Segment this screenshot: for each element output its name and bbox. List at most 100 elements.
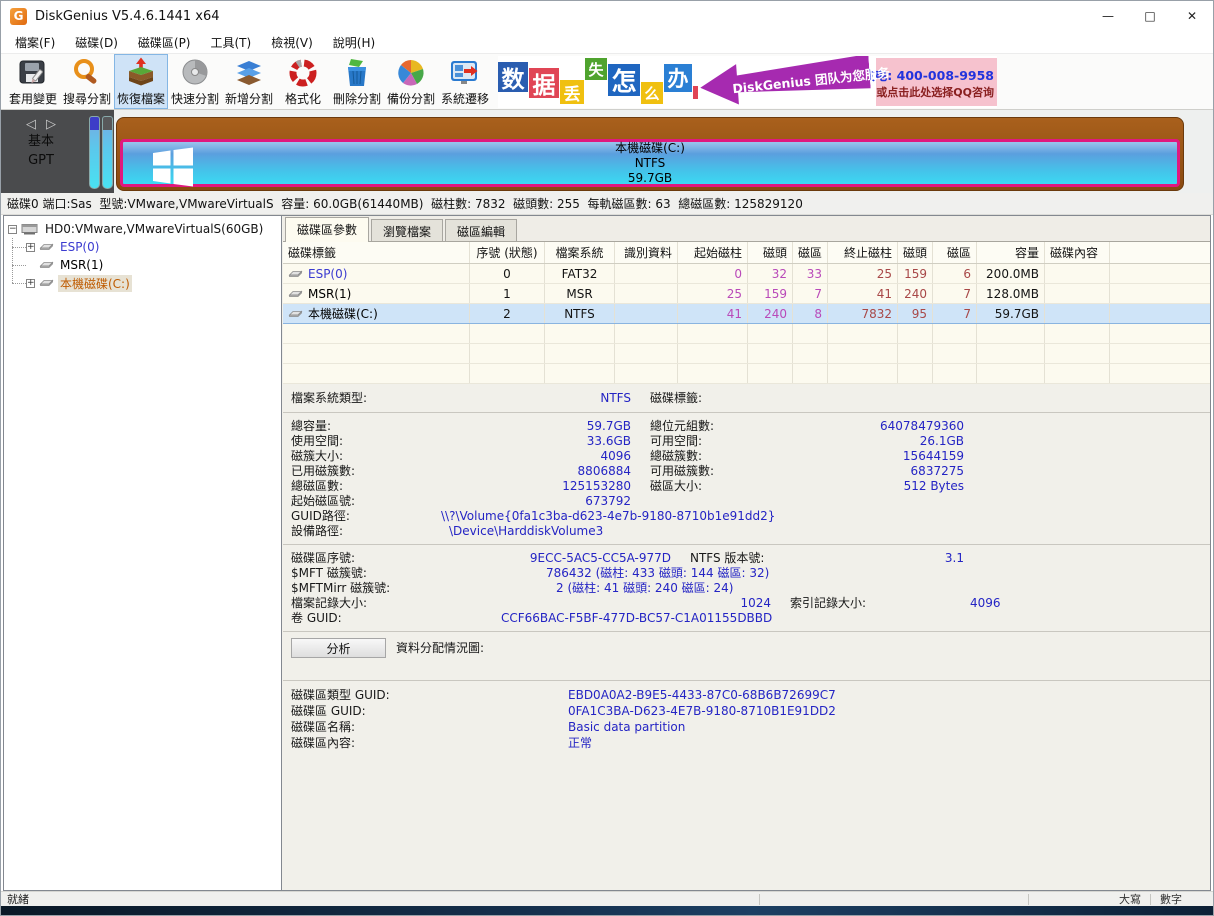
menu-tools[interactable]: 工具(T): [201, 31, 262, 54]
detail-row: $MFT 磁簇號:786432 (磁柱: 433 磁頭: 144 磁區: 32): [291, 566, 1210, 581]
next-disk-icon[interactable]: ▷: [46, 117, 66, 132]
menu-view[interactable]: 檢視(V): [261, 31, 323, 54]
tree-item-disk[interactable]: − HD0:VMware,VMwareVirtualS(60GB): [4, 220, 281, 238]
new-partition-icon: [233, 57, 265, 89]
partition-row[interactable]: ESP(0)0FAT3203233251596200.0MB: [283, 264, 1210, 284]
detail-row: 磁碟區 GUID:0FA1C3BA-D623-4E7B-9180-8710B1E…: [291, 703, 1210, 719]
apply-changes-button[interactable]: 套用變更: [6, 54, 60, 109]
column-header[interactable]: 磁頭: [748, 242, 793, 263]
filesystem-section: 檔案系統類型:NTFS磁碟標籤:: [283, 384, 1210, 413]
cell-fill: [1110, 364, 1210, 383]
cell: NTFS: [545, 304, 615, 323]
disk-bar[interactable]: 本機磁碟(C:) NTFS 59.7GB: [116, 117, 1184, 191]
cell: 7832: [828, 304, 898, 323]
banner-qq-link[interactable]: 或点击此处选择QQ咨询: [876, 84, 994, 100]
close-button[interactable]: ✕: [1171, 1, 1213, 31]
cell: [470, 364, 545, 383]
column-header[interactable]: 檔案系統: [545, 242, 615, 263]
menu-disk[interactable]: 磁碟(D): [65, 31, 128, 54]
partition-label: 本機磁碟(C:): [308, 305, 378, 322]
cell: [615, 304, 678, 323]
detail-value: [830, 494, 1210, 509]
toolbar-buttons: 套用變更搜尋分割恢復檔案快速分割新增分割格式化刪除分割備份分割系統遷移: [1, 54, 492, 109]
msr-mini-bar[interactable]: [102, 116, 113, 189]
column-header[interactable]: 序號 (狀態): [470, 242, 545, 263]
tree-item[interactable]: +MSR(1): [4, 256, 281, 274]
partition-size: 59.7GB: [628, 171, 672, 186]
tab-sector-edit[interactable]: 磁區編輯: [445, 219, 517, 241]
delete-partition-button[interactable]: 刪除分割: [330, 54, 384, 109]
cell: 159: [898, 264, 933, 283]
maximize-button[interactable]: □: [1129, 1, 1171, 31]
tree-item[interactable]: +ESP(0): [4, 238, 281, 256]
tree-item[interactable]: +本機磁碟(C:): [4, 274, 281, 292]
column-header[interactable]: 磁碟標籤: [283, 242, 470, 263]
cell: ESP(0): [283, 264, 470, 283]
column-header[interactable]: 磁區: [793, 242, 828, 263]
prev-disk-icon[interactable]: ◁: [26, 117, 46, 132]
menu-help[interactable]: 說明(H): [323, 31, 385, 54]
column-header[interactable]: 起始磁柱: [678, 242, 748, 263]
cell: [1045, 324, 1110, 343]
detail-label: 總位元組數:: [650, 419, 830, 434]
detail-label: [650, 494, 830, 509]
detail-value: 9ECC-5AC5-CC5A-977D: [441, 551, 671, 566]
column-header[interactable]: 終止磁柱: [828, 242, 898, 263]
cell: [748, 324, 793, 343]
detail-row: 使用空間:33.6GB可用空間:26.1GB: [291, 434, 1210, 449]
search-partition-button[interactable]: 搜尋分割: [60, 54, 114, 109]
system-migration-button[interactable]: 系統遷移: [438, 54, 492, 109]
esp-mini-bar[interactable]: [89, 116, 100, 189]
detail-label: 使用空間:: [291, 434, 441, 449]
esp-mini-bar-cap: [90, 117, 99, 130]
table-body: ESP(0)0FAT3203233251596200.0MBMSR(1)1MSR…: [283, 264, 1210, 384]
tab-browse-files[interactable]: 瀏覽檔案: [371, 219, 443, 241]
detail-row: 磁簇大小:4096總磁簇數:15644159: [291, 449, 1210, 464]
detail-row: 磁碟區名稱:Basic data partition: [291, 719, 1210, 735]
c-partition-block[interactable]: 本機磁碟(C:) NTFS 59.7GB: [120, 139, 1180, 187]
new-partition-button[interactable]: 新增分割: [222, 54, 276, 109]
banner-tile: 丢: [560, 80, 584, 104]
partition-row[interactable]: MSR(1)1MSR251597412407128.0MB: [283, 284, 1210, 304]
ntfs-section: 磁碟區序號:9ECC-5AC5-CC5A-977DNTFS 版本號:3.1$MF…: [283, 545, 1210, 632]
column-header[interactable]: 容量: [977, 242, 1045, 263]
toolbar-button-label: 套用變更: [9, 90, 57, 107]
tab-bar: 磁碟區參數瀏覽檔案磁區編輯: [283, 216, 1210, 242]
quick-partition-button[interactable]: 快速分割: [168, 54, 222, 109]
detail-label: 總容量:: [291, 419, 441, 434]
tab-partition-parameters[interactable]: 磁碟區參數: [285, 217, 369, 242]
detail-value: 26.1GB: [830, 434, 1210, 449]
backup-partition-button[interactable]: 備份分割: [384, 54, 438, 109]
cell: [615, 344, 678, 363]
cell: 8: [793, 304, 828, 323]
toolbar-button-label: 快速分割: [171, 90, 219, 107]
column-header[interactable]: 磁碟內容: [1045, 242, 1110, 263]
collapse-icon[interactable]: −: [8, 225, 17, 234]
column-header[interactable]: 磁區: [933, 242, 977, 263]
minimize-button[interactable]: —: [1087, 1, 1129, 31]
detail-label: 起始磁區號:: [291, 494, 441, 509]
recover-files-button[interactable]: 恢復檔案: [114, 54, 168, 109]
cell: 159: [748, 284, 793, 303]
menu-file[interactable]: 檔案(F): [5, 31, 65, 54]
ad-banner[interactable]: 数据丢失怎么办! DiskGenius 团队为您服务 致电: 400-008-9…: [498, 56, 997, 108]
banner-arrow: DiskGenius 团队为您服务: [700, 57, 870, 107]
toolbar-button-label: 恢復檔案: [117, 90, 165, 107]
partition-icon: [39, 242, 54, 252]
detail-row: 起始磁區號:673792: [291, 494, 1210, 509]
partition-row[interactable]: 本機磁碟(C:)2NTFS412408783295759.7GB: [283, 304, 1210, 324]
expand-icon[interactable]: +: [26, 243, 35, 252]
column-header[interactable]: 磁頭: [898, 242, 933, 263]
banner-contact[interactable]: 致电: 400-008-9958 或点击此处选择QQ咨询: [876, 58, 997, 106]
disk-icon: [21, 223, 39, 236]
delete-partition-icon: [341, 57, 373, 89]
menu-partition[interactable]: 磁碟區(P): [128, 31, 201, 54]
analyze-button[interactable]: 分析: [291, 638, 386, 658]
format-button[interactable]: 格式化: [276, 54, 330, 109]
column-header[interactable]: 識別資料: [615, 242, 678, 263]
cell-fill: [1110, 324, 1210, 343]
banner-tile: 据: [529, 68, 559, 98]
expand-icon[interactable]: +: [26, 279, 35, 288]
cell: 0: [470, 264, 545, 283]
partition-icon: [288, 269, 303, 279]
